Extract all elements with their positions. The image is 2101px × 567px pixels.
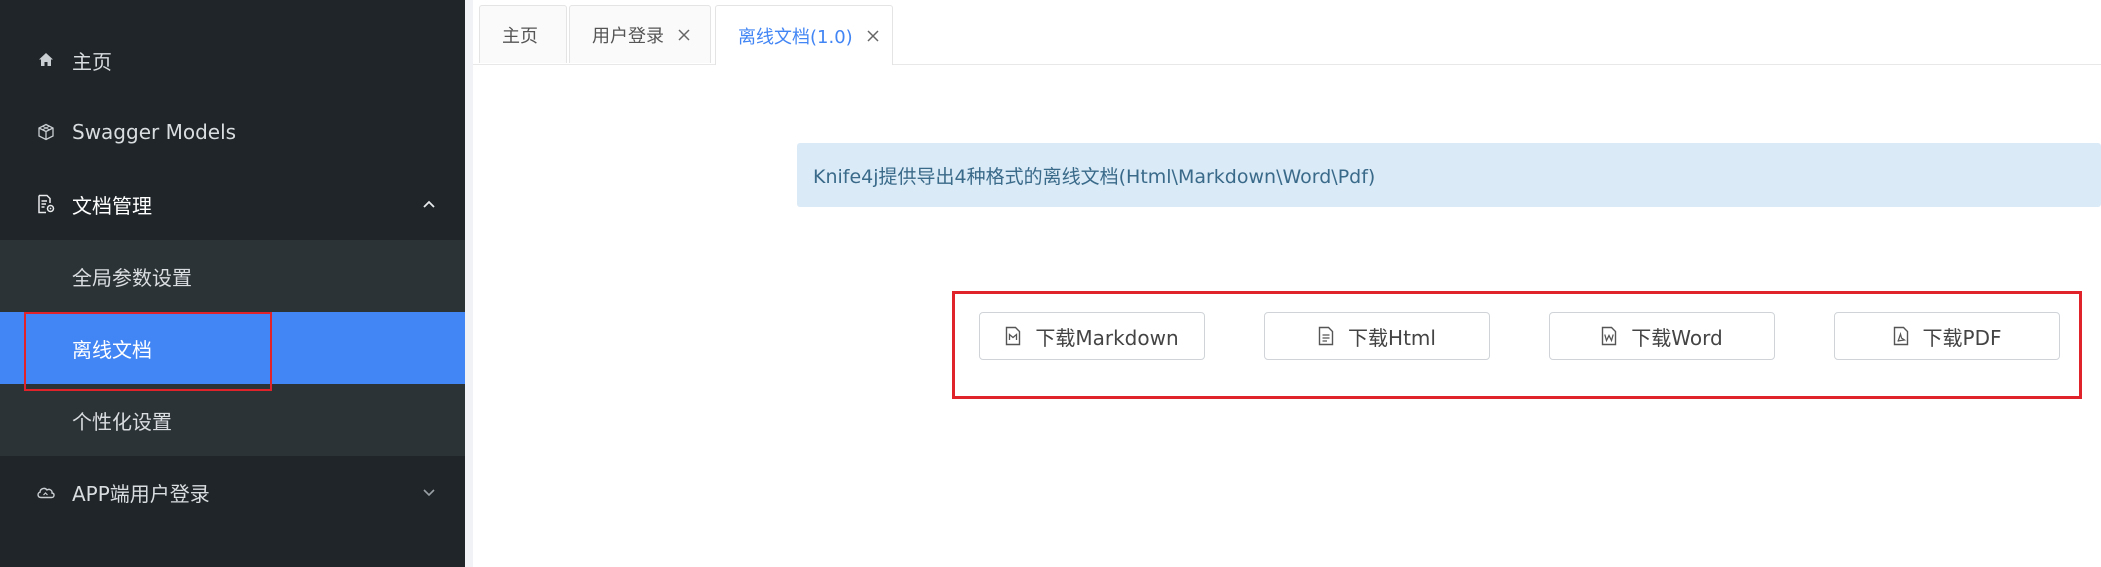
sidebar-item-app-user-login[interactable]: APP端用户登录: [0, 456, 465, 528]
info-banner-text: Knife4j提供导出4种格式的离线文档(Html\Markdown\Word\…: [813, 165, 1376, 188]
download-button-label: 下载Markdown: [1035, 325, 1179, 350]
sidebar-item-document-management[interactable]: 文档管理: [0, 168, 465, 240]
cube-icon: [36, 122, 56, 142]
tab-offline-docs[interactable]: 离线文档(1.0): [715, 5, 893, 65]
html-file-icon: [1318, 326, 1336, 346]
sidebar-subitem-global-params[interactable]: 全局参数设置: [0, 240, 465, 312]
content-divider: [465, 0, 473, 567]
sidebar-subitem-label: 离线文档: [72, 337, 152, 362]
download-button-label: 下载Word: [1631, 325, 1723, 350]
chevron-down-icon: [420, 483, 438, 501]
pdf-file-icon: [1893, 326, 1911, 346]
document-settings-icon: [36, 194, 56, 214]
home-icon: [36, 50, 56, 70]
download-button-label: 下载Html: [1348, 325, 1436, 350]
sidebar-item-swagger-models[interactable]: Swagger Models: [0, 96, 465, 168]
cloud-icon: [36, 482, 56, 502]
sidebar-item-label: 主页: [72, 49, 112, 74]
sidebar-item-label: APP端用户登录: [72, 481, 210, 506]
sidebar-item-label: Swagger Models: [72, 120, 237, 144]
download-html-button[interactable]: 下载Html: [1264, 312, 1490, 360]
info-banner: Knife4j提供导出4种格式的离线文档(Html\Markdown\Word\…: [797, 143, 2101, 207]
download-pdf-button[interactable]: 下载PDF: [1834, 312, 2060, 360]
download-markdown-button[interactable]: 下载Markdown: [979, 312, 1205, 360]
download-button-label: 下载PDF: [1922, 325, 2002, 350]
close-icon[interactable]: [676, 27, 692, 43]
sidebar-subitem-personalization[interactable]: 个性化设置: [0, 384, 465, 456]
sidebar-item-label: 文档管理: [72, 193, 152, 218]
close-icon[interactable]: [865, 28, 881, 44]
markdown-file-icon: [1005, 326, 1023, 346]
chevron-up-icon: [420, 195, 438, 213]
tab-label: 主页: [502, 25, 538, 47]
tab-bar: 主页 用户登录 离线文档(1.0): [473, 0, 2101, 65]
tab-user-login[interactable]: 用户登录: [569, 5, 711, 63]
tab-label: 用户登录: [592, 25, 664, 47]
word-file-icon: [1601, 326, 1619, 346]
sidebar-subitem-label: 全局参数设置: [72, 265, 192, 290]
download-word-button[interactable]: 下载Word: [1549, 312, 1775, 360]
tab-label: 离线文档(1.0): [738, 26, 853, 48]
sidebar-subitem-offline-docs[interactable]: 离线文档: [0, 312, 465, 384]
sidebar: 主页 Swagger Models 文档管理 全局参数设置 离线文档 个性化设置…: [0, 0, 465, 567]
sidebar-subitem-label: 个性化设置: [72, 409, 172, 434]
tab-home[interactable]: 主页: [479, 5, 567, 63]
sidebar-item-home[interactable]: 主页: [0, 24, 465, 96]
